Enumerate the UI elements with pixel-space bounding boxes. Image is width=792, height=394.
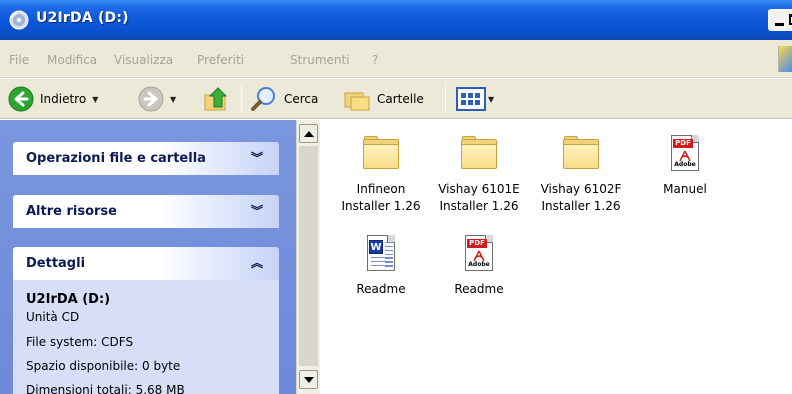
section-header-other-places[interactable]: Altre risorse ︾ <box>13 195 279 228</box>
arrow-down-icon <box>303 376 314 383</box>
title-bar[interactable]: U2IrDA (D:) <box>0 0 792 40</box>
section-header-file-folder-tasks[interactable]: Operazioni file e cartella ︾ <box>13 142 279 175</box>
pdf-file-icon: PDF Adobe <box>665 133 705 173</box>
scroll-thumb[interactable] <box>299 146 318 366</box>
search-button[interactable]: Cerca <box>250 85 318 113</box>
menu-help[interactable]: ? <box>372 53 378 67</box>
chevron-down-icon: ▼ <box>488 94 495 104</box>
forward-button[interactable]: ▼ <box>138 85 176 113</box>
section-title: Dettagli <box>26 256 86 271</box>
toolbar: Indietro ▼ ▼ Cerca Cartelle ▼ <box>0 79 792 119</box>
scroll-up-button[interactable] <box>299 124 318 143</box>
folder-icon <box>459 133 499 173</box>
back-button[interactable]: Indietro ▼ <box>8 85 98 113</box>
toolbar-separator <box>241 85 242 113</box>
details-panel: U2IrDA (D:) Unità CD File system: CDFS S… <box>13 280 279 394</box>
chevron-down-icon: ▼ <box>170 94 177 104</box>
folders-label: Cartelle <box>377 92 424 106</box>
menu-file[interactable]: File <box>9 53 29 67</box>
back-arrow-icon <box>8 86 34 112</box>
file-label: Readme <box>356 282 406 296</box>
window-title: U2IrDA (D:) <box>36 10 129 26</box>
file-label: Readme <box>454 282 504 296</box>
windows-logo-icon <box>778 46 792 72</box>
file-label: Infineon Installer 1.26 <box>341 182 421 213</box>
task-pane-scrollbar[interactable] <box>296 120 320 394</box>
file-label: Manuel <box>663 182 707 196</box>
pdf-file-icon: PDF Adobe <box>459 233 499 273</box>
chevron-down-icon: ▼ <box>92 94 99 104</box>
file-label: Vishay 6102F Installer 1.26 <box>540 182 622 213</box>
menu-bar: File Modifica Visualizza Preferiti Strum… <box>0 40 792 78</box>
file-item[interactable]: PDF Adobe Readme <box>425 233 533 298</box>
search-label: Cerca <box>284 92 319 106</box>
views-grid-icon <box>456 87 486 111</box>
forward-arrow-icon <box>138 86 164 112</box>
folders-icon <box>344 92 370 111</box>
chevron-double-down-icon: ︾ <box>250 204 263 218</box>
section-header-details[interactable]: Dettagli ︽ <box>13 247 279 280</box>
file-item[interactable]: PDF Adobe Manuel <box>631 133 739 198</box>
views-button[interactable]: ▼ <box>456 85 494 113</box>
up-folder-button[interactable] <box>202 85 230 113</box>
back-label: Indietro <box>40 92 87 106</box>
file-item[interactable]: Infineon Installer 1.26 <box>327 133 435 215</box>
file-item[interactable]: Vishay 6101E Installer 1.26 <box>425 133 533 215</box>
cd-drive-icon <box>9 10 29 30</box>
maximize-button[interactable] <box>784 9 792 31</box>
toolbar-separator <box>445 85 446 113</box>
folder-icon <box>361 133 401 173</box>
section-title: Altre risorse <box>26 204 117 219</box>
chevron-double-up-icon: ︽ <box>250 256 263 270</box>
menu-modifica[interactable]: Modifica <box>47 53 97 67</box>
arrow-up-icon <box>303 130 314 137</box>
details-total-size: Dimensioni totali: 5,68 MB <box>26 383 185 394</box>
chevron-double-down-icon: ︾ <box>250 151 263 165</box>
menu-visualizza[interactable]: Visualizza <box>114 53 173 67</box>
section-title: Operazioni file e cartella <box>26 151 206 166</box>
file-label: Vishay 6101E Installer 1.26 <box>438 182 520 213</box>
details-type: Unità CD <box>26 310 80 324</box>
scroll-down-button[interactable] <box>299 370 318 389</box>
word-file-icon: W <box>361 233 401 273</box>
menu-strumenti[interactable]: Strumenti <box>290 53 350 67</box>
minimize-icon <box>775 23 784 26</box>
file-item[interactable]: Vishay 6102F Installer 1.26 <box>527 133 635 215</box>
menu-preferiti[interactable]: Preferiti <box>197 53 244 67</box>
search-icon <box>251 87 275 111</box>
folder-icon <box>561 133 601 173</box>
folders-button[interactable]: Cartelle <box>343 85 424 113</box>
task-pane: Operazioni file e cartella ︾ Altre risor… <box>0 120 296 394</box>
details-filesystem: File system: CDFS <box>26 335 134 349</box>
up-folder-icon <box>204 87 228 111</box>
file-list: Infineon Installer 1.26 Vishay 6101E Insta… <box>321 120 792 394</box>
details-free-space: Spazio disponibile: 0 byte <box>26 359 181 373</box>
file-item[interactable]: W Readme <box>327 233 435 298</box>
details-name: U2IrDA (D:) <box>26 292 111 307</box>
